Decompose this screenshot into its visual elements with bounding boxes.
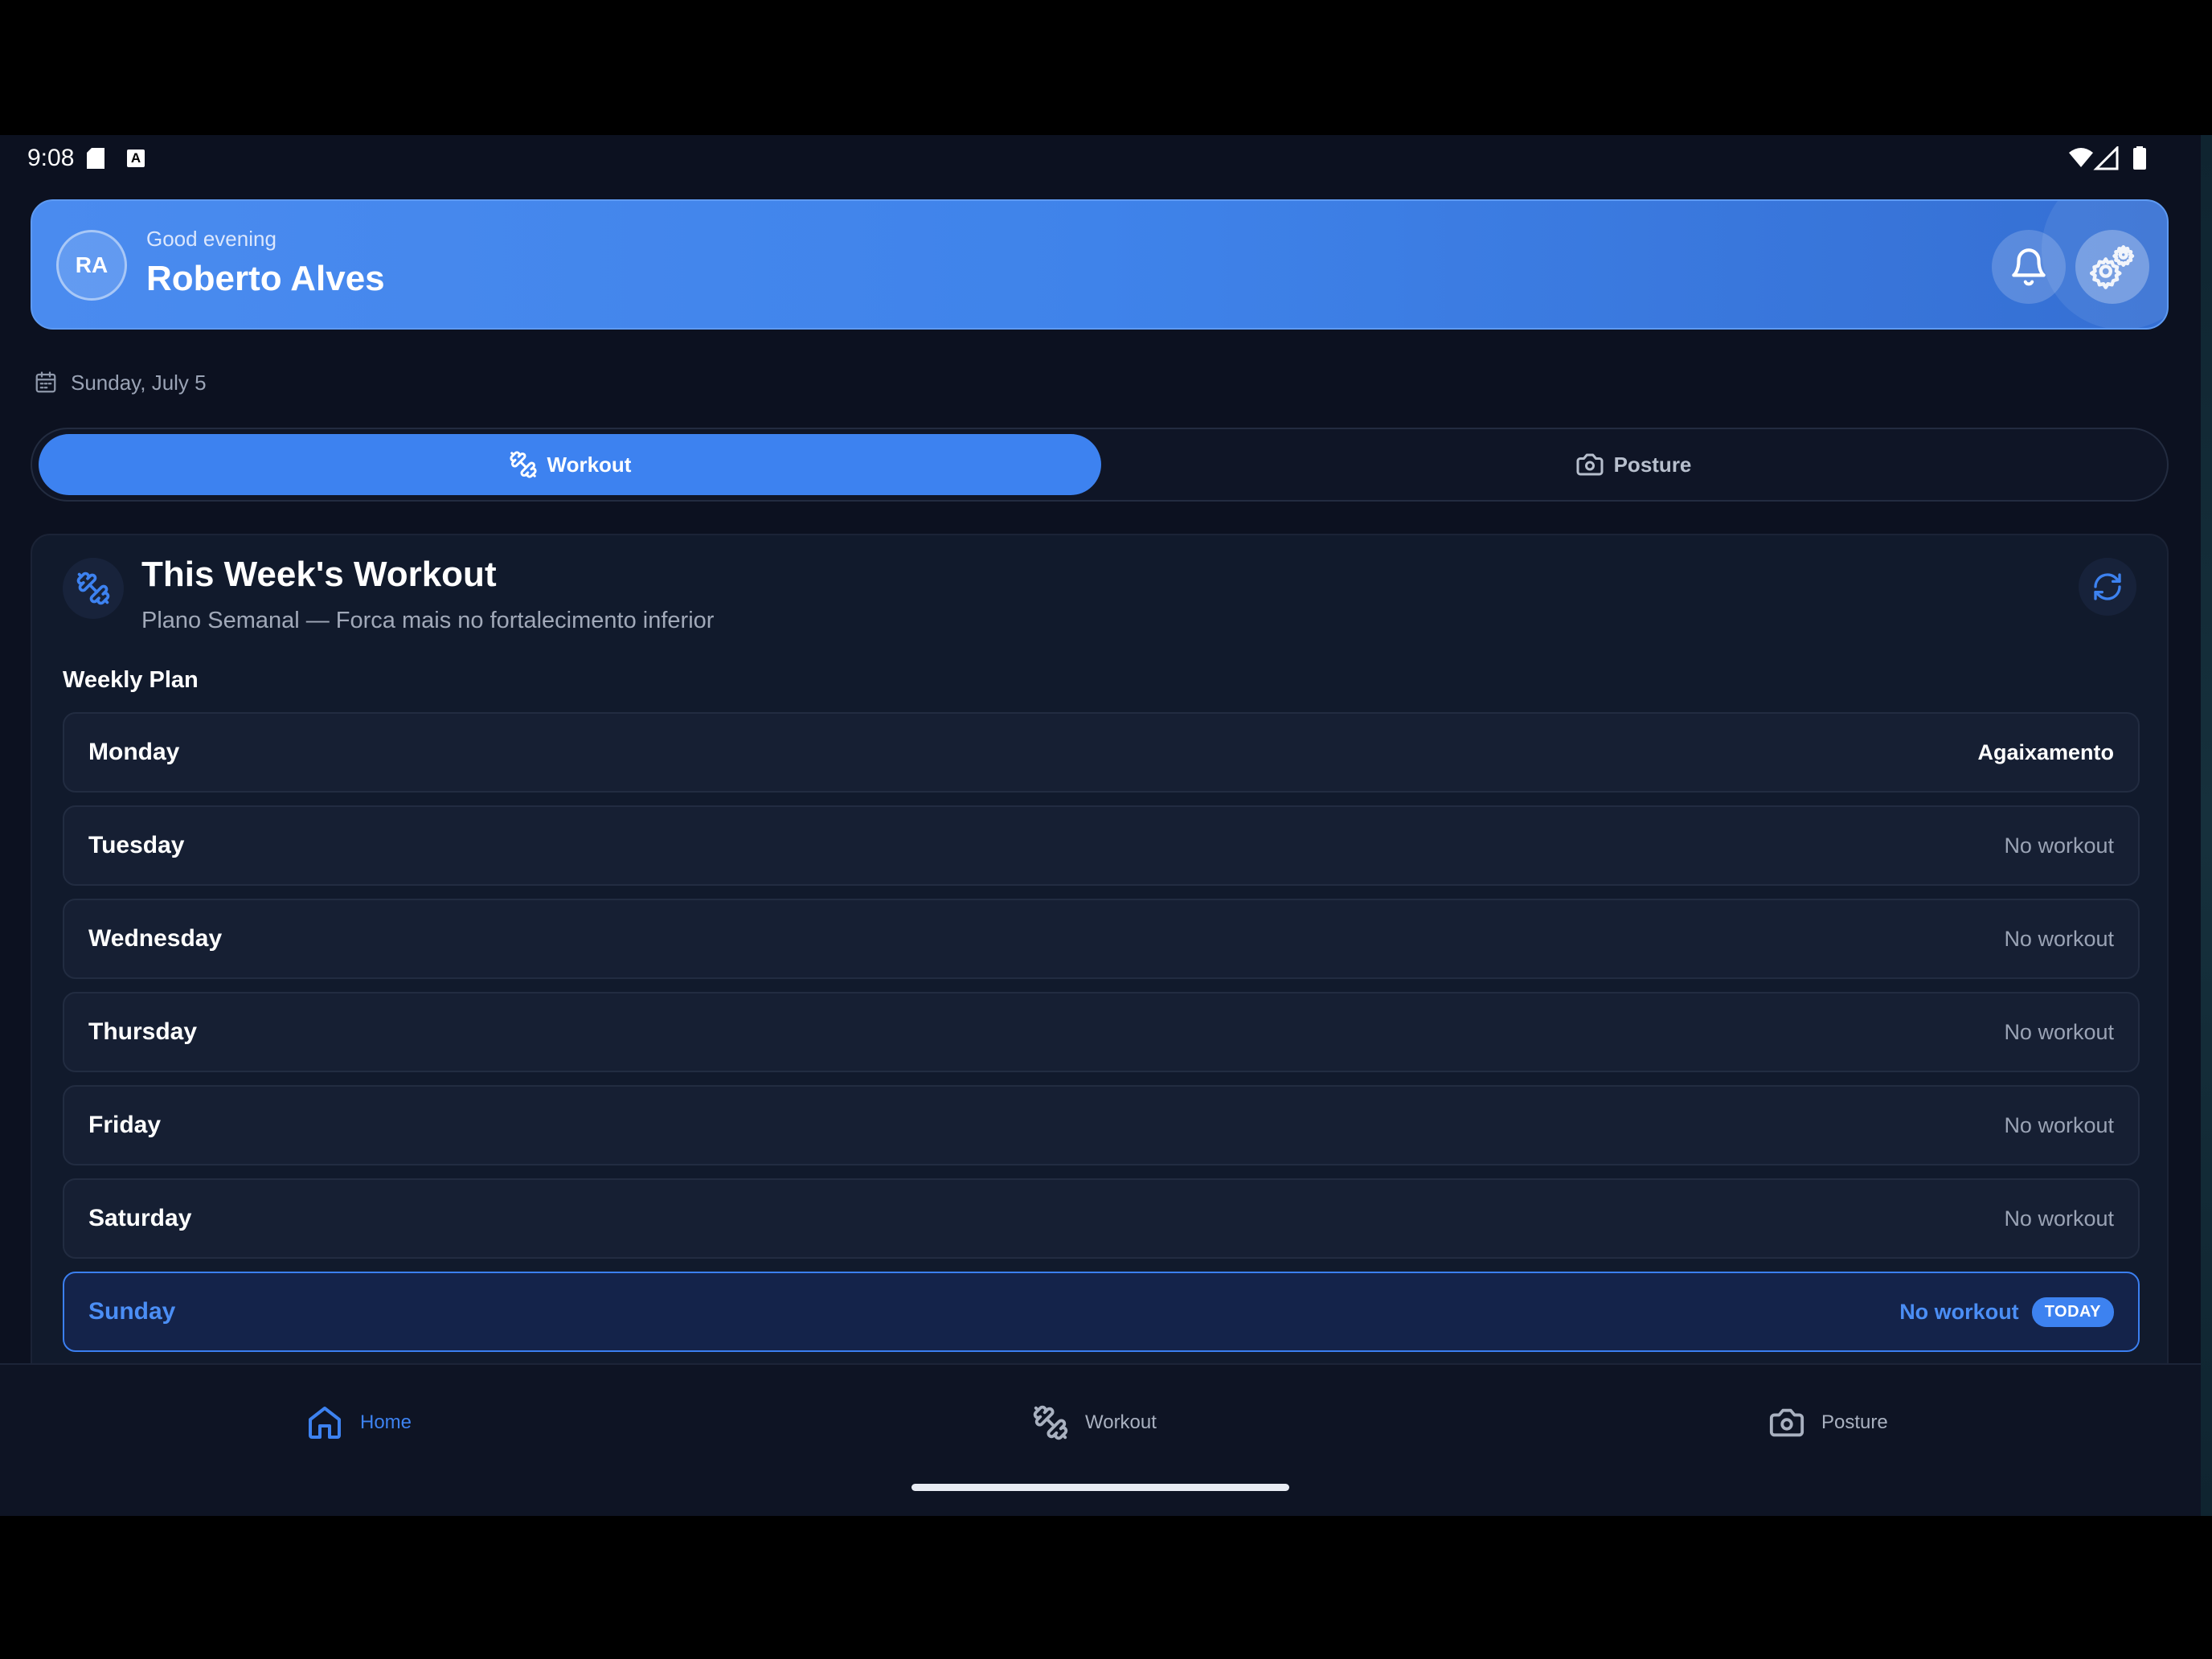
day-plan: No workout	[2004, 1019, 2114, 1044]
status-right-icons	[2069, 146, 2146, 170]
nav-workout[interactable]: Workout	[1032, 1399, 1157, 1447]
card-title: This Week's Workout	[141, 555, 497, 594]
home-icon	[309, 1407, 341, 1439]
status-time: 9:08	[27, 145, 75, 171]
date-row: Sunday, July 5	[34, 368, 207, 397]
day-row-saturday[interactable]: Saturday No workout	[63, 1178, 2140, 1259]
wifi-icon	[2069, 148, 2093, 167]
day-name: Saturday	[88, 1205, 192, 1231]
dumbbell-icon	[509, 451, 537, 478]
day-plan: No workout	[2004, 1206, 2114, 1231]
bell-icon	[2012, 248, 2046, 286]
day-row-sunday[interactable]: Sunday No workout TODAY	[63, 1272, 2140, 1352]
bottom-nav: Home Workout Posture	[0, 1363, 2201, 1516]
nav-posture-label: Posture	[1821, 1411, 1888, 1433]
day-name: Monday	[88, 739, 180, 765]
tab-workout[interactable]: Workout	[39, 434, 1101, 495]
home-indicator[interactable]	[911, 1484, 1289, 1491]
sd-card-icon	[87, 148, 104, 169]
card-subtitle: Plano Semanal — Forca mais no fortalecim…	[141, 608, 715, 633]
notifications-button[interactable]	[1992, 230, 2066, 304]
edge-strip	[2201, 135, 2212, 1516]
day-plan: No workout	[2004, 1112, 2114, 1137]
day-row-wednesday[interactable]: Wednesday No workout	[63, 899, 2140, 979]
refresh-icon	[2094, 573, 2121, 600]
app-screen: 9:08 A RA Good evening Roberto Alves Sun…	[0, 135, 2212, 1516]
header-card: RA Good evening Roberto Alves	[31, 199, 2169, 330]
dumbbell-icon	[1033, 1405, 1068, 1440]
day-row-friday[interactable]: Friday No workout	[63, 1085, 2140, 1165]
day-row-thursday[interactable]: Thursday No workout	[63, 992, 2140, 1072]
camera-icon	[1769, 1408, 1804, 1437]
dumbbell-icon	[76, 571, 110, 605]
date-label: Sunday, July 5	[71, 370, 207, 395]
day-name: Wednesday	[88, 925, 223, 952]
day-row-tuesday[interactable]: Tuesday No workout	[63, 805, 2140, 886]
nav-workout-label: Workout	[1085, 1411, 1157, 1433]
battery-icon	[2133, 148, 2146, 170]
greeting-text: Good evening	[146, 227, 276, 251]
weekly-plan-list: Monday Agaixamento Tuesday No workout We…	[63, 712, 2140, 1365]
settings-button[interactable]	[2075, 230, 2149, 304]
nav-home[interactable]: Home	[305, 1399, 412, 1447]
day-right-group: No workout TODAY	[1899, 1296, 2114, 1327]
gear-icon	[2089, 245, 2135, 289]
tab-posture[interactable]: Posture	[1104, 434, 2162, 495]
segment-tabs: Workout Posture	[31, 428, 2169, 502]
day-name: Tuesday	[88, 832, 185, 858]
a-badge-icon: A	[127, 150, 145, 167]
today-badge: TODAY	[2031, 1296, 2114, 1327]
status-bar: 9:08 A	[0, 135, 2212, 183]
nav-home-label: Home	[360, 1411, 412, 1433]
refresh-button[interactable]	[2079, 558, 2136, 616]
avatar[interactable]: RA	[56, 230, 127, 301]
day-plan: No workout	[2004, 926, 2114, 951]
user-name: Roberto Alves	[146, 259, 385, 298]
day-plan: No workout	[2004, 833, 2114, 858]
nav-posture[interactable]: Posture	[1768, 1399, 1888, 1447]
day-plan: Agaixamento	[1977, 739, 2114, 764]
day-name: Thursday	[88, 1018, 198, 1045]
day-name: Sunday	[88, 1298, 176, 1325]
weekly-plan-label: Weekly Plan	[63, 667, 199, 693]
signal-icon	[2093, 146, 2119, 170]
calendar-icon	[35, 371, 56, 393]
tab-workout-label: Workout	[547, 452, 632, 477]
camera-icon	[1576, 453, 1604, 476]
day-row-monday[interactable]: Monday Agaixamento	[63, 712, 2140, 793]
day-name: Friday	[88, 1112, 162, 1138]
card-icon-badge	[63, 558, 124, 619]
day-plan: No workout	[1899, 1299, 2019, 1324]
tab-posture-label: Posture	[1613, 452, 1692, 477]
